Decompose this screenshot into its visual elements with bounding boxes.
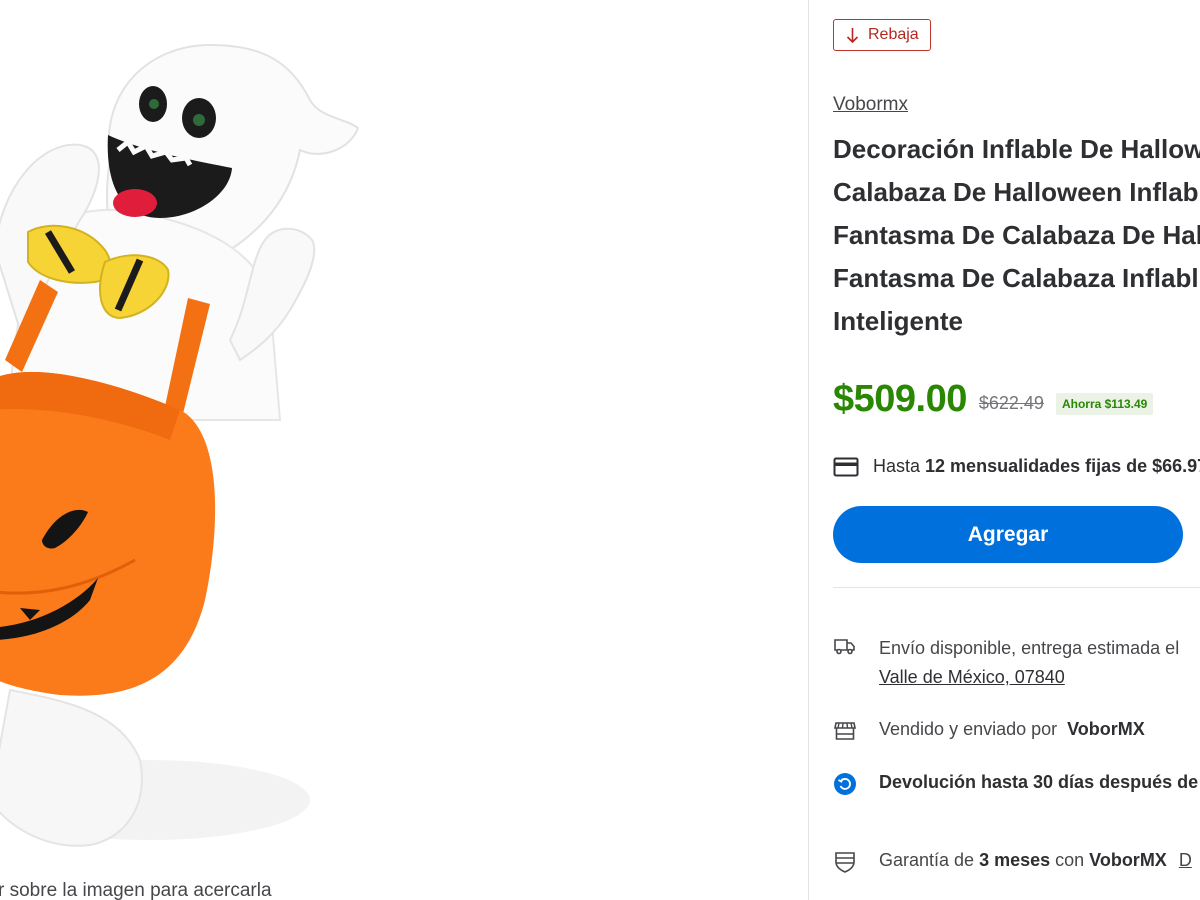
returns-info: Devolución hasta 30 días después de [833,772,1198,796]
product-image-panel: r sobre la imagen para acercarla [0,0,808,900]
return-icon [834,773,856,795]
location-link[interactable]: Valle de México, 07840 [879,667,1065,687]
title-line: Fantasma De Calabaza Inflabl [833,263,1199,293]
warranty-middle: con [1055,850,1085,870]
shipping-info: Envío disponible, entrega estimada el Va… [833,634,1179,692]
warranty-prefix: Garantía de [879,850,975,870]
truck-icon [834,639,855,655]
shipping-text: Envío disponible, entrega estimada el [879,638,1180,658]
title-line: Calabaza De Halloween Inflab [833,177,1199,207]
credit-card-icon [833,457,859,476]
seller-label: Vendido y enviado por [879,719,1058,739]
savings-badge: Ahorra $113.49 [1055,392,1154,415]
rebaja-badge: Rebaja [833,19,931,51]
arrow-down-icon [846,27,859,43]
old-price: $622.49 [978,393,1044,413]
product-image[interactable] [0,0,808,900]
product-info-panel: Rebaja Vobormx Decoración Inflable De Ha… [809,0,1200,900]
installments-amount: 12 mensualidades fijas de $66.97 [925,456,1200,476]
warranty-details-link[interactable]: D [1179,850,1192,871]
warranty-info: Garantía de 3 meses con VoborMX D [833,850,1192,874]
brand-link[interactable]: Vobormx [833,94,908,116]
title-line: Fantasma De Calabaza De Hal [833,220,1200,250]
returns-text: Devolución hasta 30 días después de [879,772,1199,792]
title-line: Inteligente [833,306,964,336]
badge-label: Rebaja [868,26,919,43]
current-price: $509.00 [833,378,967,420]
price-row: $509.00 $622.49 Ahorra $113.49 [833,378,1154,421]
zoom-hint: r sobre la imagen para acercarla [0,880,272,900]
installments-info: Hasta 12 mensualidades fijas de $66.97 [833,456,1200,477]
title-line: Decoración Inflable De Hallow [833,134,1200,164]
seller-name: VoborMX [1067,719,1145,739]
installments-prefix: Hasta [873,456,921,476]
section-divider [833,587,1200,588]
warranty-provider: VoborMX [1089,850,1167,870]
shield-icon [835,852,855,873]
product-title: Decoración Inflable De Hallow Calabaza D… [833,128,1200,343]
warranty-duration: 3 meses [979,850,1051,870]
add-to-cart-button[interactable]: Agregar [833,506,1183,563]
seller-info: Vendido y enviado por VoborMX [833,719,1145,743]
store-icon [834,722,856,740]
